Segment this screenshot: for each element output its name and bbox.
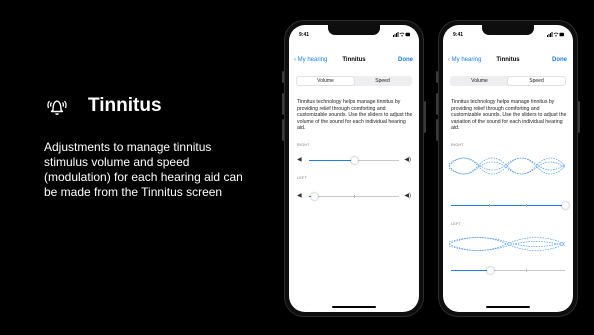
- volume-speed-segmented-control: Volume Speed: [296, 76, 412, 86]
- volume-up-button: [282, 93, 284, 115]
- status-icons: [393, 32, 411, 39]
- right-label: RIGHT: [451, 143, 464, 147]
- right-modulation-wave: [449, 157, 565, 175]
- phone-speed-screen: 9:41 ‹ My hearing Tinnitus Done Volume S…: [436, 20, 580, 317]
- phone-volume-screen: 9:41 ‹ My hearing Tinnitus Done Volume S…: [282, 20, 426, 317]
- slider-thumb[interactable]: [561, 201, 569, 209]
- signal-wifi-battery-icon: [393, 32, 410, 37]
- segment-volume[interactable]: Volume: [297, 77, 354, 85]
- left-speed-slider[interactable]: [451, 266, 565, 274]
- phone-screen: 9:41 ‹ My hearing Tinnitus Done Volume S…: [289, 25, 419, 312]
- slide-heading: Tinnitus: [44, 94, 162, 118]
- volume-speed-segmented-control: Volume Speed: [450, 76, 566, 86]
- description-text: Tinnitus technology helps manage tinnitu…: [451, 99, 567, 132]
- slider-track: [451, 201, 569, 209]
- status-icons: [547, 32, 565, 39]
- slider-track: [309, 192, 399, 200]
- slider-fill: [451, 204, 565, 206]
- slider-thumb[interactable]: [350, 156, 358, 164]
- slider-tick: [488, 203, 490, 207]
- segment-volume[interactable]: Volume: [451, 77, 508, 85]
- right-label: RIGHT: [297, 143, 310, 147]
- segment-speed[interactable]: Speed: [508, 77, 565, 85]
- right-speed-slider[interactable]: [451, 201, 569, 209]
- volume-low-icon: ◀: [297, 157, 302, 163]
- status-bar: 9:41: [289, 29, 419, 39]
- power-button: [424, 101, 426, 133]
- left-modulation-wave: [449, 237, 565, 251]
- slider-thumb[interactable]: [310, 192, 318, 200]
- slider-track: [309, 156, 399, 164]
- slider-fill: [309, 159, 354, 161]
- signal-wifi-battery-icon: [547, 32, 564, 37]
- description-text: Tinnitus technology helps manage tinnitu…: [297, 99, 413, 132]
- done-button[interactable]: Done: [398, 57, 413, 63]
- slide-description: Adjustments to manage tinnitus stimulus …: [44, 140, 243, 199]
- nav-bar: ‹ My hearing Tinnitus Done: [289, 54, 419, 68]
- slider-tick: [526, 268, 528, 272]
- slider-tick: [526, 203, 528, 207]
- power-button: [578, 101, 580, 133]
- slider-track: [451, 266, 565, 274]
- left-label: LEFT: [451, 222, 462, 226]
- status-time: 9:41: [299, 32, 310, 38]
- status-bar: 9:41: [443, 29, 573, 39]
- volume-up-button: [436, 93, 438, 115]
- volume-high-icon: ◀): [404, 157, 411, 163]
- segment-speed[interactable]: Speed: [354, 77, 411, 85]
- mute-switch: [436, 71, 438, 83]
- done-button[interactable]: Done: [552, 57, 567, 63]
- volume-down-button: [282, 119, 284, 141]
- slider-thumb[interactable]: [487, 266, 495, 274]
- home-indicator: [486, 306, 530, 308]
- bell-sound-icon: [47, 100, 67, 115]
- status-time: 9:41: [453, 32, 464, 38]
- volume-low-icon: ◀: [297, 193, 302, 199]
- nav-bar: ‹ My hearing Tinnitus Done: [443, 54, 573, 68]
- slider-tick: [354, 194, 355, 198]
- slide-title: Tinnitus: [88, 95, 162, 116]
- left-volume-slider[interactable]: ◀ ◀): [297, 192, 411, 200]
- volume-down-button: [436, 119, 438, 141]
- volume-high-icon: ◀): [404, 193, 411, 199]
- phone-screen: 9:41 ‹ My hearing Tinnitus Done Volume S…: [443, 25, 573, 312]
- right-volume-slider[interactable]: ◀ ◀): [297, 156, 411, 164]
- slider-fill: [451, 269, 491, 271]
- home-indicator: [332, 306, 376, 308]
- mute-switch: [282, 71, 284, 83]
- left-label: LEFT: [297, 176, 308, 180]
